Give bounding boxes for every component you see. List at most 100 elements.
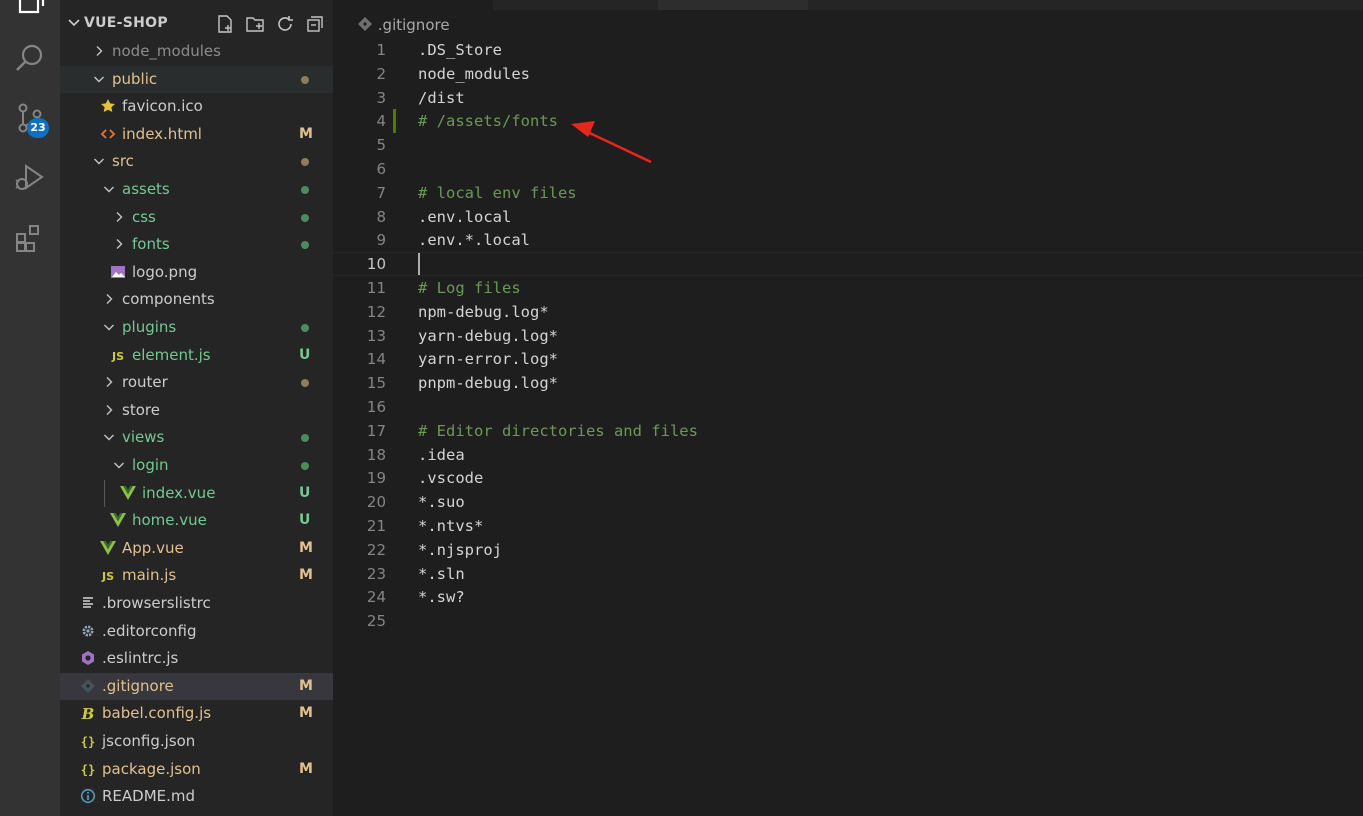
tree-file[interactable]: index.vue U	[60, 480, 333, 507]
chevron-down-icon[interactable]	[112, 458, 126, 472]
chevron-right-icon[interactable]	[102, 375, 116, 389]
code-line[interactable]: 17 # Editor directories and files	[333, 419, 1363, 443]
line-number: 5	[376, 136, 386, 155]
collapse-all-icon[interactable]	[305, 14, 325, 34]
breadcrumb[interactable]: .gitignore	[357, 14, 450, 36]
tree-file[interactable]: JS element.js U	[60, 342, 333, 369]
code-text[interactable]: .DS_Store	[418, 38, 502, 62]
refresh-icon[interactable]	[275, 14, 295, 34]
code-text[interactable]: *.njsproj	[418, 538, 502, 562]
tree-folder[interactable]: router	[60, 369, 333, 396]
chevron-down-icon[interactable]	[102, 320, 116, 334]
code-text[interactable]: npm-debug.log*	[418, 300, 549, 324]
code-text[interactable]: *.ntvs*	[418, 514, 483, 538]
new-folder-icon[interactable]	[245, 14, 265, 34]
chevron-down-icon[interactable]	[92, 72, 106, 86]
chevron-right-icon[interactable]	[112, 237, 126, 251]
code-text[interactable]: # /assets/fonts	[418, 109, 558, 133]
chevron-right-icon[interactable]	[102, 292, 116, 306]
tree-file[interactable]: .editorconfig	[60, 618, 333, 645]
tree-file[interactable]: Bbabel.config.js M	[60, 700, 333, 727]
code-line[interactable]: 2 node_modules	[333, 62, 1363, 86]
tree-folder[interactable]: login	[60, 452, 333, 479]
code-line[interactable]: 19 .vscode	[333, 466, 1363, 490]
tree-file[interactable]: home.vue U	[60, 507, 333, 534]
code-line[interactable]: 20 *.suo	[333, 490, 1363, 514]
code-text[interactable]: *.suo	[418, 490, 465, 514]
explorer-header[interactable]: VUE-SHOP	[60, 10, 333, 38]
code-text[interactable]: *.sw?	[418, 585, 465, 609]
tree-folder[interactable]: src	[60, 148, 333, 175]
tree-folder[interactable]: css	[60, 204, 333, 231]
tree-folder[interactable]: views	[60, 424, 333, 451]
chevron-right-icon[interactable]	[112, 210, 126, 224]
extensions-icon[interactable]	[14, 222, 46, 254]
code-line[interactable]: 23 *.sln	[333, 562, 1363, 586]
code-text[interactable]: yarn-debug.log*	[418, 324, 558, 348]
code-line[interactable]: 8 .env.local	[333, 205, 1363, 229]
code-text[interactable]: # local env files	[418, 181, 577, 205]
code-line[interactable]: 21 *.ntvs*	[333, 514, 1363, 538]
search-icon[interactable]	[14, 42, 46, 74]
chevron-down-icon[interactable]	[102, 182, 116, 196]
breadcrumb-file[interactable]: .gitignore	[378, 16, 450, 34]
scm-badge: 23	[27, 118, 49, 138]
code-line[interactable]: 24 *.sw?	[333, 585, 1363, 609]
chevron-down-icon[interactable]	[66, 14, 82, 30]
code-line[interactable]: 22 *.njsproj	[333, 538, 1363, 562]
code-line[interactable]: 6	[333, 157, 1363, 181]
code-line[interactable]: 15 pnpm-debug.log*	[333, 371, 1363, 395]
code-line[interactable]: 11 # Log files	[333, 276, 1363, 300]
tree-folder[interactable]: components	[60, 286, 333, 313]
chevron-down-icon[interactable]	[92, 154, 106, 168]
tree-file[interactable]: .browserslistrc	[60, 590, 333, 617]
chevron-right-icon[interactable]	[102, 403, 116, 417]
code-text[interactable]: .env.local	[418, 205, 511, 229]
code-line[interactable]: 1 .DS_Store	[333, 38, 1363, 62]
code-line[interactable]: 3/dist	[333, 86, 1363, 110]
tree-file[interactable]: App.vue M	[60, 535, 333, 562]
tree-file[interactable]: favicon.ico	[60, 93, 333, 120]
code-line[interactable]: 13 yarn-debug.log*	[333, 324, 1363, 348]
tree-folder[interactable]: assets	[60, 176, 333, 203]
chevron-right-icon[interactable]	[92, 44, 106, 58]
tree-folder[interactable]: fonts	[60, 231, 333, 258]
code-line[interactable]: 25	[333, 609, 1363, 633]
code-text[interactable]: .env.*.local	[418, 228, 530, 252]
code-line[interactable]: 16	[333, 395, 1363, 419]
new-file-icon[interactable]	[215, 14, 235, 34]
tree-file[interactable]: index.html M	[60, 121, 333, 148]
code-text[interactable]: /dist	[418, 86, 465, 110]
tree-file[interactable]: {} package.json M	[60, 756, 333, 783]
code-line[interactable]: 10	[333, 252, 1363, 277]
code-line[interactable]: 18 .idea	[333, 443, 1363, 467]
code-line[interactable]: 9 .env.*.local	[333, 228, 1363, 252]
code-text[interactable]: # Log files	[418, 276, 521, 300]
explorer-icon[interactable]	[14, 0, 46, 18]
code-text[interactable]: # Editor directories and files	[418, 419, 698, 443]
tree-folder[interactable]: node_modules	[60, 38, 333, 65]
code-line[interactable]: 4 # /assets/fonts	[333, 109, 1363, 134]
code-line[interactable]: 14 yarn-error.log*	[333, 347, 1363, 371]
tree-folder[interactable]: store	[60, 397, 333, 424]
tree-file[interactable]: JS main.js M	[60, 562, 333, 589]
code-text[interactable]: .vscode	[418, 466, 483, 490]
tree-file[interactable]: README.md	[60, 783, 333, 810]
vue-icon	[119, 485, 137, 503]
code-text[interactable]: *.sln	[418, 562, 465, 586]
tree-folder[interactable]: plugins	[60, 314, 333, 341]
tree-file[interactable]: {} jsconfig.json	[60, 728, 333, 755]
tree-file[interactable]: logo.png	[60, 259, 333, 286]
chevron-down-icon[interactable]	[102, 430, 116, 444]
code-line[interactable]: 5	[333, 133, 1363, 157]
code-line[interactable]: 12 npm-debug.log*	[333, 300, 1363, 324]
code-text[interactable]: yarn-error.log*	[418, 347, 558, 371]
code-text[interactable]: .idea	[418, 443, 465, 467]
tree-file[interactable]: .gitignore M	[60, 672, 333, 700]
run-debug-icon[interactable]	[14, 162, 46, 194]
code-line[interactable]: 7 # local env files	[333, 181, 1363, 205]
tree-file[interactable]: .eslintrc.js	[60, 645, 333, 672]
tree-folder[interactable]: public	[60, 65, 333, 93]
code-text[interactable]: pnpm-debug.log*	[418, 371, 558, 395]
code-text[interactable]: node_modules	[418, 62, 530, 86]
